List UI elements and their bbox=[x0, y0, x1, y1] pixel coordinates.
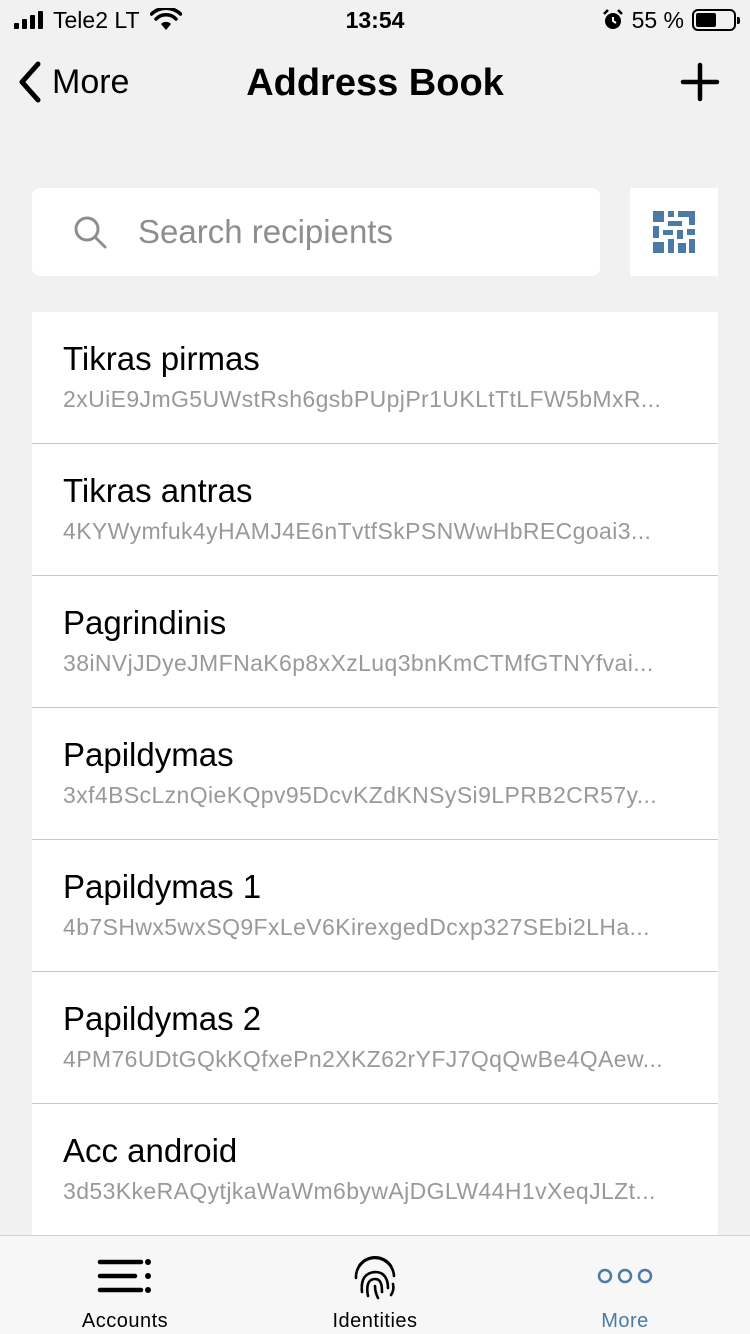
status-left: Tele2 LT bbox=[14, 7, 182, 34]
recipient-address: 4PM76UDtGQkKQfxePn2XKZ62rYFJ7QqQwBe4QAew… bbox=[63, 1046, 664, 1072]
recipient-address: 4b7SHwx5wxSQ9FxLeV6KirexgedDcxp327SEbi2L… bbox=[63, 914, 650, 940]
back-button-label: More bbox=[52, 62, 130, 101]
tab-accounts[interactable]: Accounts bbox=[0, 1236, 250, 1334]
search-icon bbox=[74, 216, 107, 249]
recipient-name: Papildymas bbox=[63, 736, 234, 773]
tab-identities[interactable]: Identities bbox=[250, 1236, 500, 1334]
recipient-address: 4KYWymfuk4yHAMJ4E6nTvtfSkPSNWwHbRECgoai3… bbox=[63, 518, 652, 544]
wifi-icon bbox=[149, 8, 182, 30]
tab-more-label: More bbox=[601, 1310, 649, 1332]
recipient-row[interactable]: Papildymas 3xf4BScLznQieKQpv95DcvKZdKNSyS… bbox=[32, 708, 718, 840]
recipient-name: Tikras pirmas bbox=[63, 340, 260, 377]
accounts-list-icon bbox=[95, 1250, 155, 1302]
carrier-label: Tele2 LT bbox=[53, 6, 140, 33]
cellular-signal-icon bbox=[14, 11, 43, 29]
status-bar: Tele2 LT 13:54 55 % bbox=[0, 0, 750, 40]
status-right: 55 % bbox=[602, 6, 740, 34]
recipient-address: 3xf4BScLznQieKQpv95DcvKZdKNSySi9LPRB2CR5… bbox=[63, 782, 658, 808]
tab-bar: Accounts Identities More bbox=[0, 1235, 750, 1334]
recipient-row[interactable]: Papildymas 1 4b7SHwx5wxSQ9FxLeV6KirexgedD… bbox=[32, 840, 718, 972]
recipient-row[interactable]: Papildymas 2 4PM76UDtGQkKQfxePn2XKZ62rYFJ… bbox=[32, 972, 718, 1104]
battery-fill bbox=[696, 13, 716, 27]
battery-percent: 55 % bbox=[631, 6, 684, 33]
more-dots-icon bbox=[595, 1250, 655, 1302]
tab-more[interactable]: More bbox=[500, 1236, 750, 1334]
recipient-list: Tikras pirmas 2xUiE9JmG5UWstRsh6gsbPUpjPr… bbox=[32, 312, 718, 1236]
recipient-row[interactable]: Pagrindinis 38iNVjJDyeJMFNaK6p8xXzLuq3bnK… bbox=[32, 576, 718, 708]
chevron-left-icon bbox=[19, 61, 41, 103]
search-bar[interactable] bbox=[32, 188, 600, 276]
recipient-name: Tikras antras bbox=[63, 472, 253, 509]
add-recipient-button[interactable] bbox=[680, 62, 720, 102]
recipient-row[interactable]: Acc android 3d53KkeRAQytjkaWaWm6bywAjDGLW… bbox=[32, 1104, 718, 1236]
recipient-name: Papildymas 1 bbox=[63, 868, 262, 905]
qr-code-icon bbox=[653, 211, 695, 253]
alarm-clock-icon bbox=[602, 9, 623, 29]
recipient-row[interactable]: Tikras pirmas 2xUiE9JmG5UWstRsh6gsbPUpjPr… bbox=[32, 312, 718, 444]
qr-scan-button[interactable] bbox=[630, 188, 718, 276]
recipient-name: Papildymas 2 bbox=[63, 1000, 262, 1037]
recipient-row[interactable]: Tikras antras 4KYWymfuk4yHAMJ4E6nTvtfSkPS… bbox=[32, 444, 718, 576]
recipient-address: 2xUiE9JmG5UWstRsh6gsbPUpjPr1UKLtTtLFW5bM… bbox=[63, 386, 662, 412]
recipient-name: Acc android bbox=[63, 1132, 238, 1169]
recipient-address: 3d53KkeRAQytjkaWaWm6bywAjDGLW44H1vXeqJLZ… bbox=[63, 1178, 656, 1204]
search-input[interactable] bbox=[138, 213, 538, 251]
navigation-bar: More Address Book bbox=[0, 50, 750, 116]
recipient-name: Pagrindinis bbox=[63, 604, 227, 641]
recipient-address: 38iNVjJDyeJMFNaK6p8xXzLuq3bnKmCTMfGTNYfv… bbox=[63, 650, 654, 676]
battery-icon bbox=[692, 9, 740, 31]
fingerprint-icon bbox=[345, 1250, 405, 1302]
back-button[interactable]: More bbox=[16, 60, 129, 104]
tab-accounts-label: Accounts bbox=[81, 1310, 169, 1332]
tab-identities-label: Identities bbox=[332, 1310, 418, 1332]
